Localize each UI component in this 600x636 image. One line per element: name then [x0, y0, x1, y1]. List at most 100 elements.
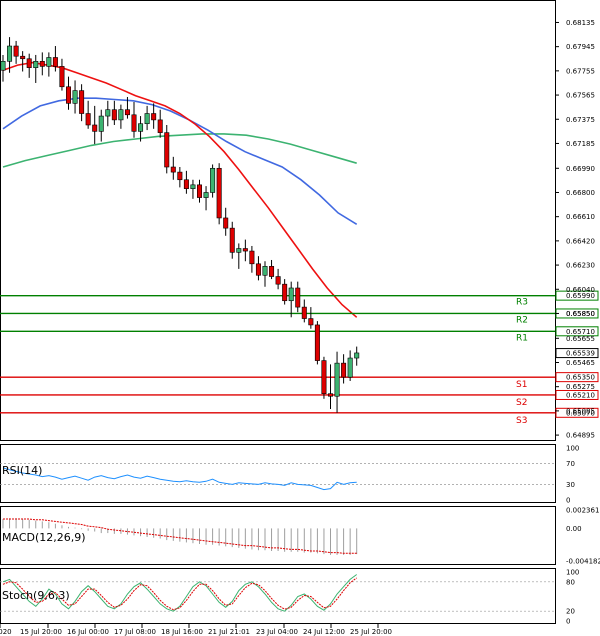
candle-body [341, 362, 347, 378]
candle [288, 281, 294, 318]
price-tick-label: 0.66230 [566, 262, 595, 270]
candle [341, 354, 347, 384]
time-tick-label: 21 Jul 21:01 [208, 628, 250, 636]
rsi-tick-label: 30 [566, 481, 575, 489]
candle-body [275, 276, 281, 285]
candle-body [327, 393, 333, 397]
candle-body [7, 45, 13, 62]
level-name-s3: S3 [516, 416, 527, 426]
candle [118, 104, 124, 129]
stoch-label: Stoch(9,6,3) [2, 589, 70, 602]
candle-body [223, 217, 229, 229]
candle-body [216, 167, 222, 219]
time-tick-label: 18 Jul 16:00 [161, 628, 203, 636]
rsi-panel-frame [0, 444, 556, 503]
rsi-tick-label: 100 [566, 445, 579, 453]
rsi-tick-label: 70 [566, 460, 575, 468]
candle [111, 100, 117, 125]
candle-body [183, 179, 189, 189]
candle-body [157, 119, 163, 133]
price-tick-label: 0.66800 [566, 189, 595, 197]
price-tick-label: 0.64895 [566, 432, 595, 440]
price-tick-label: 0.65465 [566, 359, 595, 367]
level-value-s2: 0.65210 [566, 391, 595, 399]
candle-body [269, 266, 275, 277]
candle-body [138, 123, 144, 132]
candle-body [236, 248, 242, 253]
price-tick-label: 0.68135 [566, 19, 595, 27]
candle [98, 109, 104, 142]
candle [262, 261, 268, 287]
candle [229, 221, 235, 259]
candle [151, 103, 157, 129]
candle [33, 54, 39, 83]
candle [242, 239, 248, 262]
time-axis: 15 Jul 2020 15 Jul 20:00 16 Jul 00:00 17 Ju… [0, 624, 392, 636]
candle-body [124, 109, 130, 116]
stoch-tick-label: 20 [566, 608, 575, 616]
macd-label: MACD(12,26,9) [2, 531, 86, 544]
candle-body [242, 248, 248, 252]
candle [236, 243, 242, 269]
candle [210, 164, 216, 198]
candle [164, 124, 170, 174]
price-tick-label: 0.65655 [566, 335, 595, 343]
candle [308, 307, 314, 329]
candle [183, 170, 189, 194]
candle [131, 102, 137, 138]
pivot-levels: R30.65990R20.65850R10.65710S10.65350S20.… [0, 290, 599, 426]
ma-slow-line [2, 133, 357, 168]
current-price-label: 0.65539 [566, 350, 595, 358]
moving-averages [2, 61, 358, 318]
candle-body [197, 184, 203, 198]
price-tick-label: 0.66040 [566, 286, 595, 294]
macd-tick-label: -0.004182 [566, 558, 600, 566]
candle-body [288, 287, 294, 302]
candle [79, 84, 85, 122]
stoch-tick-label: 100 [566, 569, 579, 577]
time-tick-label: 15 Jul 20:00 [20, 628, 62, 636]
candle-body [229, 227, 235, 253]
price-tick-label: 0.67945 [566, 43, 595, 51]
time-tick-label: 25 Jul 20:00 [350, 628, 392, 636]
candle [170, 156, 176, 180]
candle [144, 105, 150, 131]
candle [354, 346, 360, 366]
candle-body [334, 362, 340, 397]
candlesticks [0, 37, 360, 413]
candle [269, 259, 275, 280]
forex-chart: R30.65990R20.65850R10.65710S10.65350S20.… [0, 0, 600, 636]
time-tick-label: 23 Jul 04:00 [256, 628, 298, 636]
candle-body [177, 171, 183, 181]
candle-body [203, 192, 209, 198]
time-tick-label: 15 Jul 2020 [0, 628, 12, 636]
candle-body [118, 109, 124, 121]
candle-body [26, 58, 32, 68]
price-tick-label: 0.65085 [566, 407, 595, 415]
candle-body [190, 184, 196, 189]
price-tick-label: 0.65850 [566, 310, 595, 318]
candle-body [295, 287, 301, 308]
candle-body [33, 61, 39, 68]
candle-body [282, 283, 288, 302]
candle-body [210, 167, 216, 193]
level-name-r1: R1 [516, 333, 528, 343]
candle [334, 351, 340, 413]
candle [223, 207, 229, 236]
ma-mid-line [2, 97, 358, 225]
stoch-panel-frame [0, 568, 556, 624]
candle [249, 245, 255, 273]
candle [26, 53, 32, 78]
candle-body [0, 61, 6, 71]
candle-body [98, 115, 104, 132]
candle [157, 109, 163, 138]
candle [255, 256, 261, 281]
candle-body [144, 113, 150, 125]
macd-tick-label: 0.002361 [566, 507, 599, 515]
stoch-tick-label: 80 [566, 578, 575, 586]
candle [275, 268, 281, 290]
price-tick-label: 0.67375 [566, 116, 595, 124]
candle-body [131, 114, 137, 132]
time-tick-label: 24 Jul 12:00 [303, 628, 345, 636]
candle-body [66, 86, 72, 104]
